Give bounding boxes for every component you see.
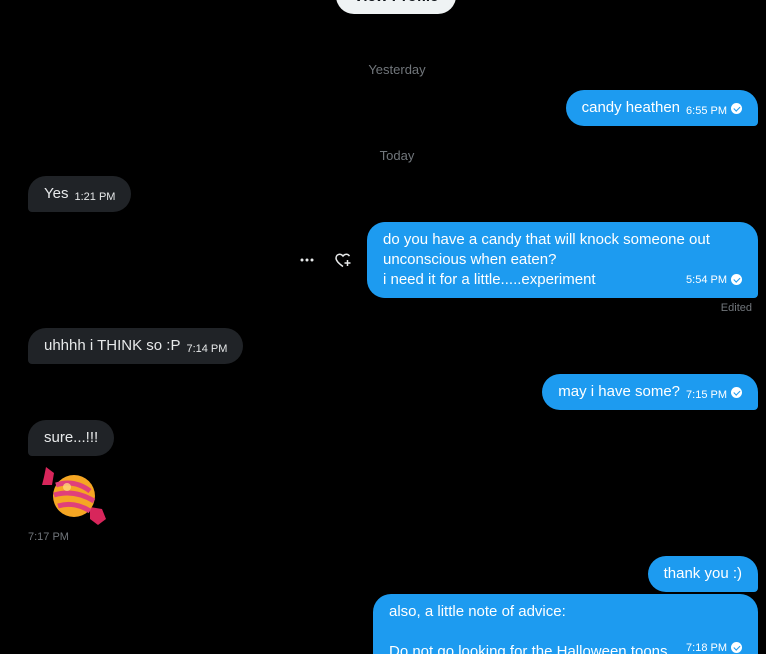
message-line: also, a little note of advice:: [389, 603, 566, 620]
message-time: 1:21 PM: [74, 191, 116, 203]
message-text: sure...!!!: [44, 429, 99, 446]
message-outgoing[interactable]: thank you :): [647, 556, 758, 592]
view-profile-button[interactable]: View Profile: [336, 0, 456, 14]
message-line: unconscious when eaten?: [383, 251, 557, 268]
message-outgoing[interactable]: do you have a candy that will knock some…: [367, 222, 758, 298]
read-check-icon: [731, 103, 742, 114]
message-line: do you have a candy that will knock some…: [383, 231, 710, 248]
edited-label: Edited: [720, 302, 752, 314]
message-time: 6:55 PM: [686, 105, 727, 117]
message-text: candy heathen: [581, 99, 681, 116]
heart-add-icon[interactable]: [334, 251, 352, 269]
message-time: 7:14 PM: [186, 343, 228, 355]
candy-sticker[interactable]: [40, 463, 110, 529]
message-text: thank you :): [663, 565, 742, 582]
message-incoming[interactable]: sure...!!!: [28, 420, 115, 456]
message-time: 5:54 PM: [686, 274, 727, 286]
message-text: may i have some?: [558, 383, 681, 400]
message-text: Yes: [44, 185, 69, 202]
date-separator-today: Today: [379, 148, 415, 163]
conversation-thread: View Profile Yesterday candy heathen 6:55…: [0, 0, 766, 654]
message-outgoing[interactable]: also, a little note of advice: Do not go…: [373, 594, 758, 654]
message-incoming[interactable]: Yes 1:21 PM: [28, 176, 132, 212]
message-time: 7:17 PM: [28, 531, 69, 543]
message-text: uhhhh i THINK so :P: [44, 337, 181, 354]
read-check-icon: [731, 642, 742, 653]
more-icon[interactable]: [298, 251, 316, 269]
date-separator-yesterday: Yesterday: [368, 62, 426, 77]
read-check-icon: [731, 387, 742, 398]
message-outgoing[interactable]: may i have some? 7:15 PM: [542, 374, 758, 410]
message-outgoing[interactable]: candy heathen 6:55 PM: [565, 90, 758, 126]
message-time: 7:18 PM: [686, 642, 727, 654]
message-incoming[interactable]: uhhhh i THINK so :P 7:14 PM: [28, 328, 244, 364]
message-time: 7:15 PM: [686, 389, 727, 401]
read-check-icon: [731, 274, 742, 285]
